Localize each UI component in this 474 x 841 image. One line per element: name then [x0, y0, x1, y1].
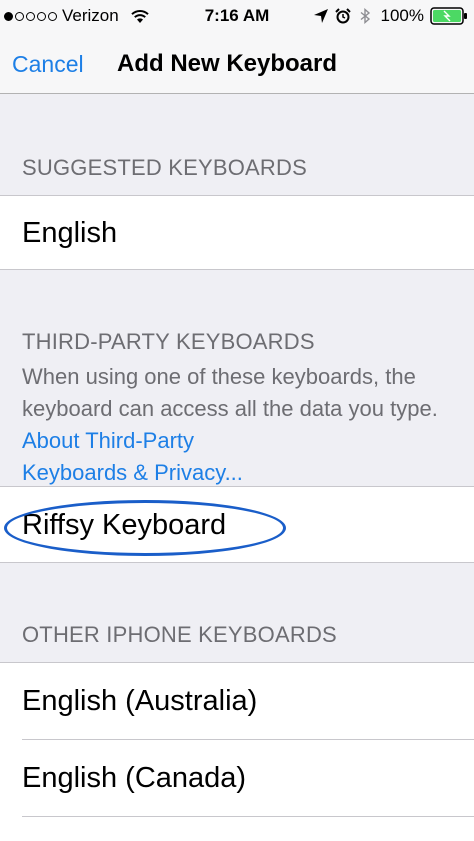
suggested-keyboards-header: SUGGESTED KEYBOARDS	[22, 155, 307, 180]
row-separator	[22, 816, 474, 817]
navigation-bar: Cancel Add New Keyboard	[0, 32, 474, 94]
link-line-2: Keyboards & Privacy...	[22, 460, 243, 485]
battery-percent: 100%	[380, 6, 424, 25]
battery-icon	[430, 7, 467, 25]
about-third-party-link[interactable]: About Third-Party Keyboards & Privacy...	[22, 428, 243, 485]
third-party-footer: When using one of these keyboards, the k…	[22, 361, 462, 489]
third-party-keyboards-header: THIRD-PARTY KEYBOARDS	[22, 329, 315, 354]
add-keyboard-screen: Verizon 7:16 AM 100% Cancel Add New Keyb…	[0, 0, 474, 841]
other-keyboards-header: OTHER IPHONE KEYBOARDS	[22, 622, 337, 647]
status-right: 100%	[313, 6, 468, 26]
keyboard-item-english[interactable]: English	[0, 195, 474, 270]
keyboard-label: English	[22, 217, 118, 249]
keyboard-item-english-canada[interactable]: English (Canada)	[0, 740, 474, 816]
status-bar: Verizon 7:16 AM 100%	[0, 0, 474, 32]
location-arrow-icon	[313, 9, 328, 23]
keyboard-item-english-australia[interactable]: English (Australia)	[0, 663, 474, 739]
page-title: Add New Keyboard	[117, 50, 338, 77]
keyboard-label: English (Australia)	[22, 685, 258, 717]
alarm-icon	[334, 8, 351, 24]
cancel-button[interactable]: Cancel	[12, 51, 84, 78]
privacy-notice-text: When using one of these keyboards, the k…	[22, 364, 438, 421]
highlight-ellipse-annotation	[4, 500, 286, 556]
other-keyboards-list: English (Australia) English (Canada)	[0, 662, 474, 841]
link-line-1: About Third-Party	[22, 428, 195, 453]
bluetooth-icon	[360, 8, 370, 24]
keyboard-label: English (Canada)	[22, 762, 247, 794]
